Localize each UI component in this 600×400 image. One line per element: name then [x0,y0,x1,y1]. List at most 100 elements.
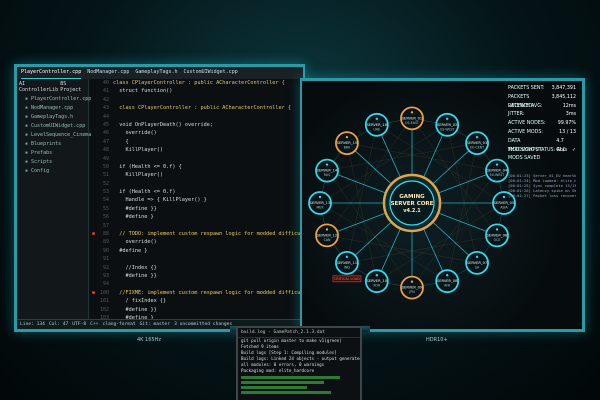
line-number[interactable]: 40 [91,79,109,87]
code-line[interactable]: if (Health <= 0.f) [113,188,303,196]
code-line[interactable] [113,96,303,104]
line-number[interactable]: 93 [91,272,109,280]
line-number[interactable]: 90 [91,247,109,255]
code-line[interactable] [113,180,303,188]
code-line[interactable] [113,113,303,121]
line-number[interactable]: 91 [91,255,109,263]
breakpoint-line-number[interactable]: 100 [91,289,109,297]
build-progress-bar [241,391,332,394]
tab-custom-ui-widget[interactable]: CustomUIWidget.cpp [184,69,238,79]
code-line[interactable]: class CPlayerController : public ACharac… [113,104,303,112]
code-line[interactable]: void OnPlayerDeath() override; [113,121,303,129]
line-number[interactable]: 45 [91,121,109,129]
explorer-item[interactable]: LevelSequence_Cinematic.uasset [25,132,121,138]
line-number[interactable]: 46 [91,129,109,137]
line-number[interactable]: 101 [91,297,109,305]
line-number[interactable]: 47 [91,138,109,146]
line-number[interactable]: 50 [91,163,109,171]
line-number[interactable]: 54 [91,196,109,204]
stat-value: 3ms [565,112,576,118]
node-status-dot [375,273,378,277]
explorer-project[interactable]: BS Project [60,81,86,93]
line-number[interactable]: 92 [91,264,109,272]
status-git-branch[interactable]: Git: master [140,322,170,327]
code-line[interactable]: // TODO: implement custom respawn logic … [113,230,303,238]
line-number[interactable]: 52 [91,180,109,188]
explorer-item[interactable]: Blueprints [25,141,86,147]
node-status-dot [410,280,414,283]
line-number[interactable]: 89 [91,238,109,246]
status-changes[interactable]: 3 uncommitted changes [174,322,232,327]
left-monitor-badge: 4K 165Hz [137,337,161,343]
line-number[interactable]: 94 [91,280,109,288]
code-line[interactable]: //Index {} [113,264,303,272]
line-number[interactable]: 51 [91,171,109,179]
code-line[interactable] [113,280,303,288]
line-number[interactable]: 44 [91,113,109,121]
server-node-name: SERVER_07 [467,261,487,265]
code-line[interactable]: { [113,138,303,146]
explorer-item[interactable]: GameplayTags.h [25,114,86,120]
code-line[interactable]: struct function() [113,87,303,95]
laptop-terminal[interactable]: build.log - GamePatch_2.1.3.dat git pull… [236,326,362,400]
code-editor[interactable]: 4041424344454647484950515253545556578889… [91,79,303,319]
code-line[interactable]: override() [113,238,303,246]
explorer-item[interactable]: Prefabs [25,150,86,156]
node-status-dot [375,117,378,121]
line-gutter[interactable]: 4041424344454647484950515253545556578889… [91,79,109,319]
server-node-name: SERVER_15 [337,141,357,145]
code-line[interactable]: #define } [113,213,303,221]
code-line[interactable]: #define } [113,247,303,255]
line-number[interactable]: 55 [91,205,109,213]
code-line[interactable]: KillPlayer() [113,171,303,179]
code-line[interactable]: class CPlayerController : public ACharac… [113,79,303,87]
server-node-region: RUS [324,173,331,177]
line-number[interactable]: 49 [91,155,109,163]
code-area[interactable]: class CPlayerController : public ACharac… [113,79,303,319]
code-line[interactable]: if (Health <= 0.f) { [113,163,303,171]
code-line[interactable] [113,155,303,163]
status-language[interactable]: C++ [90,322,98,327]
line-number[interactable]: 48 [91,146,109,154]
code-line[interactable]: #define }} [113,306,303,314]
code-line[interactable]: override() [113,129,303,137]
code-line[interactable]: //FIXME: implement custom respawn logic … [113,289,303,297]
code-line[interactable] [113,222,303,230]
build-progress-bar [241,381,324,384]
explorer-item[interactable]: Config [25,168,86,174]
code-line[interactable]: #define }} [113,272,303,280]
tab-gameplay-tags[interactable]: GameplayTags.h [135,69,177,79]
stat-row: LATENCY AVG: 12ms [508,103,576,112]
code-line[interactable] [113,255,303,263]
code-line[interactable]: Handle => { KillPlayer() } [113,196,303,204]
line-number[interactable]: 56 [91,213,109,221]
server-node-region: KOR [373,284,380,288]
explorer-item[interactable]: NodManager.cpp [25,105,86,111]
node-status-dot [345,135,349,139]
status-encoding[interactable]: UTF-8 [72,322,86,327]
tab-nod-manager[interactable]: NodManager.cpp [87,69,129,79]
server-node-name: SERVER_11 [337,261,357,265]
stat-row: ACTIVE MODS: 13 / 13 [508,129,576,138]
server-node-region: AFR [444,284,451,288]
network-log: [00:01:23] Server_01_EU heartbeat OK[00:… [508,173,576,198]
stat-label: PACKETS SENT: [508,86,545,91]
status-formatter[interactable]: clang-format [102,322,135,327]
line-number[interactable]: 53 [91,188,109,196]
code-line[interactable]: KillPlayer() [113,146,303,154]
tab-player-controller[interactable]: PlayerController.cpp [21,69,82,79]
line-number[interactable]: 42 [91,96,109,104]
line-number[interactable]: 43 [91,104,109,112]
explorer-item[interactable]: PlayerController.cpp [25,96,91,102]
explorer-item[interactable]: Scripts [25,159,86,165]
explorer-item[interactable]: CustomUIWidget.cpp [25,123,86,129]
code-line[interactable]: #define }} [113,205,303,213]
core-label: GAMING [399,194,425,200]
server-node-region: EU-WEST [490,173,505,177]
line-number[interactable]: 41 [91,87,109,95]
breakpoint-line-number[interactable]: 88 [91,230,109,238]
line-number[interactable]: 57 [91,222,109,230]
line-number[interactable]: 102 [91,306,109,314]
code-line[interactable]: / fixIndex {} [113,297,303,305]
server-node-region: US-EAST [405,121,419,125]
